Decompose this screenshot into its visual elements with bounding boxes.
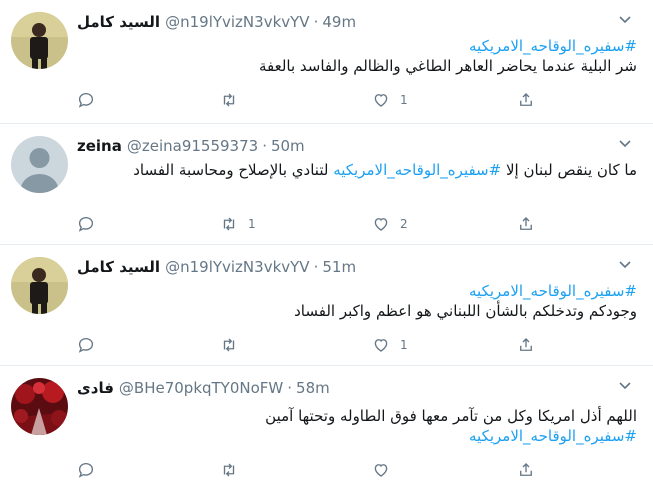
like-icon	[374, 94, 388, 107]
share-icon	[520, 93, 532, 106]
like-icon	[374, 339, 388, 352]
retweet-button[interactable]	[220, 335, 248, 355]
tweet-body: #سفيره_الوقاحه_الامريكيه شر البلية عندما…	[77, 36, 637, 76]
tweet-body: ما كان ينقص لبنان إلا #سفيره_الوقاحه_الا…	[77, 160, 637, 180]
display-name[interactable]: السيد كامل	[77, 257, 160, 277]
timestamp[interactable]: 51m	[322, 257, 356, 277]
tweet-actions	[77, 460, 557, 480]
avatar[interactable]	[11, 257, 68, 314]
like-icon	[374, 464, 388, 477]
share-button[interactable]	[517, 90, 545, 110]
separator-dot: ·	[313, 13, 319, 31]
tweet-header: السيد كامل @n19lYvizN3vkvYV · 49m	[77, 12, 356, 32]
reply-button[interactable]	[77, 90, 105, 110]
tweet-body: #سفيره_الوقاحه_الامريكيه وجودكم وتدخلكم …	[77, 281, 637, 321]
hashtag-link[interactable]: #سفيره_الوقاحه_الامريكيه	[77, 36, 637, 56]
like-button[interactable]	[372, 460, 400, 480]
display-name[interactable]: zeina	[77, 136, 122, 156]
tweet[interactable]: zeina @zeina91559373 · 50m ما كان ينقص ل…	[0, 124, 653, 245]
retweet-icon	[223, 338, 235, 352]
tweet-header: السيد كامل @n19lYvizN3vkvYV · 51m	[77, 257, 356, 277]
like-button[interactable]: 2	[372, 214, 408, 234]
reply-icon	[78, 92, 94, 108]
share-icon	[520, 217, 532, 230]
caret-down-icon[interactable]	[617, 257, 633, 273]
handle[interactable]: @n19lYvizN3vkvYV	[165, 257, 309, 277]
tweet-actions: 1 2	[77, 214, 557, 234]
share-button[interactable]	[517, 214, 545, 234]
tweet[interactable]: فادى @BHe70pkqTY0NoFW · 58m اللهم أذل ام…	[0, 366, 653, 487]
like-count: 2	[400, 217, 408, 231]
reply-button[interactable]	[77, 335, 105, 355]
like-button[interactable]: 1	[372, 335, 408, 355]
tweet-text: ما كان ينقص لبنان إلا #سفيره_الوقاحه_الا…	[77, 160, 637, 180]
share-icon	[520, 338, 532, 351]
timestamp[interactable]: 49m	[322, 12, 356, 32]
timestamp[interactable]: 50m	[271, 136, 305, 156]
hashtag-link[interactable]: #سفيره_الوقاحه_الامريكيه	[333, 161, 501, 179]
like-count: 1	[400, 93, 408, 107]
tweet[interactable]: السيد كامل @n19lYvizN3vkvYV · 49m #سفيره…	[0, 0, 653, 124]
reply-icon	[78, 216, 94, 232]
separator-dot: ·	[313, 258, 319, 276]
retweet-button[interactable]	[220, 90, 248, 110]
reply-button[interactable]	[77, 460, 105, 480]
tweet-text: شر البلية عندما يحاضر العاهر الطاغي والظ…	[258, 57, 637, 75]
hashtag-link[interactable]: #سفيره_الوقاحه_الامريكيه	[77, 426, 637, 446]
handle[interactable]: @zeina91559373	[127, 136, 258, 156]
retweet-count: 1	[248, 217, 256, 231]
avatar[interactable]	[11, 12, 68, 69]
tweet-actions: 1	[77, 90, 557, 110]
timestamp[interactable]: 58m	[296, 378, 330, 398]
tweet-text: اللهم أذل امريكا وكل من تآمر معها فوق ال…	[265, 407, 637, 425]
share-button[interactable]	[517, 335, 545, 355]
retweet-icon	[223, 217, 235, 231]
caret-down-icon[interactable]	[617, 136, 633, 152]
tweet-header: zeina @zeina91559373 · 50m	[77, 136, 305, 156]
retweet-button[interactable]	[220, 460, 248, 480]
retweet-icon	[223, 463, 235, 477]
tweet-text: وجودكم وتدخلكم بالشأن اللبناني هو اعظم و…	[294, 302, 637, 320]
tweet[interactable]: السيد كامل @n19lYvizN3vkvYV · 51m #سفيره…	[0, 245, 653, 366]
display-name[interactable]: السيد كامل	[77, 12, 160, 32]
handle[interactable]: @n19lYvizN3vkvYV	[165, 12, 309, 32]
tweet-text-after: لتنادي بالإصلاح ومحاسبة الفساد	[133, 161, 329, 179]
separator-dot: ·	[262, 137, 267, 155]
caret-down-icon[interactable]	[617, 378, 633, 394]
display-name[interactable]: فادى	[77, 378, 114, 398]
tweet-text-before: ما كان ينقص لبنان إلا	[505, 161, 637, 179]
avatar[interactable]	[11, 136, 68, 193]
like-button[interactable]: 1	[372, 90, 408, 110]
tweet-body: اللهم أذل امريكا وكل من تآمر معها فوق ال…	[77, 406, 637, 446]
hashtag-link[interactable]: #سفيره_الوقاحه_الامريكيه	[77, 281, 637, 301]
reply-icon	[78, 462, 94, 478]
share-icon	[520, 463, 532, 476]
like-count: 1	[400, 338, 408, 352]
reply-icon	[78, 337, 94, 353]
reply-button[interactable]	[77, 214, 105, 234]
share-button[interactable]	[517, 460, 545, 480]
like-icon	[374, 218, 388, 231]
caret-down-icon[interactable]	[617, 12, 633, 28]
tweet-actions: 1	[77, 335, 557, 355]
handle[interactable]: @BHe70pkqTY0NoFW	[119, 378, 283, 398]
separator-dot: ·	[287, 379, 293, 397]
retweet-icon	[223, 93, 235, 107]
retweet-button[interactable]: 1	[220, 214, 256, 234]
tweet-feed: السيد كامل @n19lYvizN3vkvYV · 49m #سفيره…	[0, 0, 653, 487]
avatar[interactable]	[11, 378, 68, 435]
tweet-header: فادى @BHe70pkqTY0NoFW · 58m	[77, 378, 330, 398]
